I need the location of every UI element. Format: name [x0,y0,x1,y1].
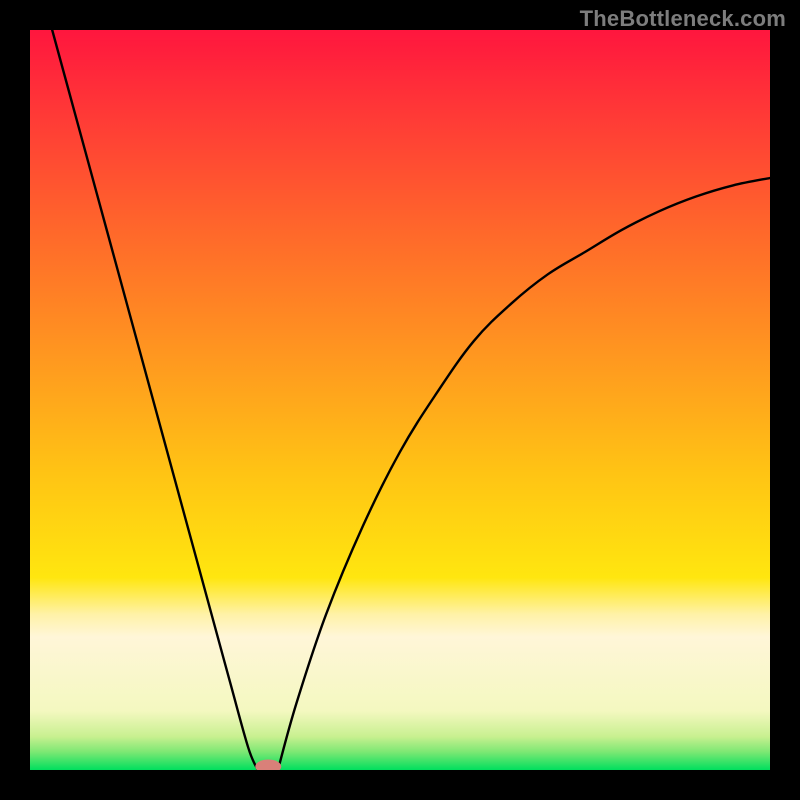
chart-svg [30,30,770,770]
plot-area [30,30,770,770]
watermark-text: TheBottleneck.com [580,6,786,32]
gradient-background [30,30,770,770]
chart-frame: TheBottleneck.com [0,0,800,800]
